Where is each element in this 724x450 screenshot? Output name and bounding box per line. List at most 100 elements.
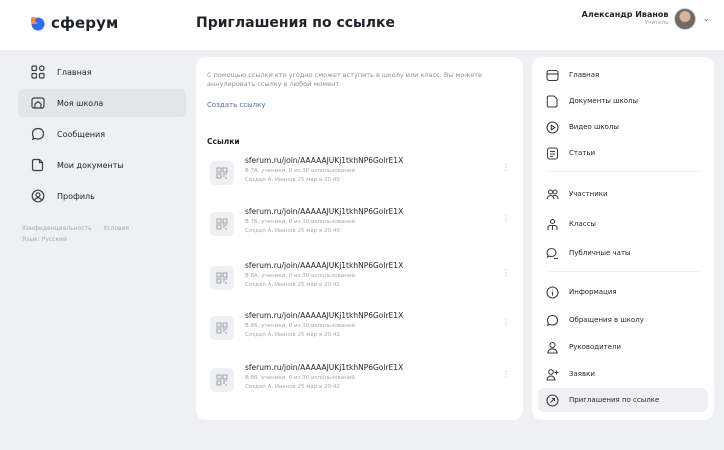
- sidebar-item-profile[interactable]: Профиль: [18, 182, 186, 210]
- list-item[interactable]: sferum.ru/join/AAAAAJUKj1tkhNP6GolrE1X В…: [210, 156, 510, 200]
- link-url[interactable]: sferum.ru/join/AAAAAJUKj1tkhNP6GolrE1X: [245, 261, 403, 270]
- leader-icon: [546, 341, 559, 354]
- school-menu-item-classes[interactable]: Классы: [538, 212, 708, 236]
- play-icon: [546, 120, 559, 134]
- menu-item-label: Документы школы: [569, 97, 639, 105]
- create-link-button[interactable]: Создать ссылку: [207, 101, 266, 109]
- sidebar-item-label: Профиль: [57, 191, 95, 201]
- school-menu-item-members[interactable]: Участники: [538, 182, 708, 206]
- qr-code-icon: [210, 266, 234, 290]
- sidebar-item-my-school[interactable]: Моя школа: [18, 89, 186, 117]
- school-menu-panel: Главная Документы школы Видео школы Стат…: [532, 57, 714, 420]
- school-menu-item-requests[interactable]: Заявки: [538, 362, 708, 386]
- home-icon: [546, 69, 559, 82]
- menu-item-label: Информация: [569, 288, 617, 296]
- links-section-title: Ссылки: [207, 137, 240, 146]
- link-meta: В 7А, ученики, 0 из 30 использований: [245, 168, 355, 174]
- menu-item-label: Обращения в школу: [569, 316, 644, 324]
- school-menu-item-leaders[interactable]: Руководители: [538, 335, 708, 359]
- user-menu[interactable]: Александр Иванов Учитель ⌄: [582, 8, 710, 30]
- intro-text: С помощью ссылки кто угодно сможет вступ…: [207, 71, 482, 89]
- left-sidebar: Главная Моя школа Сообщения Мои документ…: [18, 58, 186, 245]
- more-options-icon[interactable]: ⋮: [502, 319, 510, 327]
- school-menu-item-home[interactable]: Главная: [538, 63, 708, 87]
- document-icon: [546, 94, 559, 108]
- more-options-icon[interactable]: ⋮: [502, 164, 510, 172]
- link-meta: В 8В, ученики, 0 из 30 использований: [245, 375, 355, 381]
- school-menu-item-public-chats[interactable]: Публичные чаты: [538, 241, 708, 265]
- appeal-icon: [546, 314, 559, 327]
- logo-text: сферум: [51, 14, 119, 32]
- classes-icon: [546, 218, 559, 231]
- school-menu-item-info[interactable]: Информация: [538, 280, 708, 304]
- sidebar-item-home[interactable]: Главная: [18, 58, 186, 86]
- users-icon: [546, 188, 559, 201]
- logo-icon: [29, 15, 45, 31]
- menu-item-label: Приглашения по ссылке: [569, 396, 660, 404]
- school-menu-item-videos[interactable]: Видео школы: [538, 115, 708, 139]
- sidebar-item-my-documents[interactable]: Мои документы: [18, 151, 186, 179]
- menu-divider: [546, 171, 702, 172]
- qr-code-icon: [210, 212, 234, 236]
- link-invite-icon: [546, 393, 559, 407]
- chat-icon: [30, 127, 45, 142]
- footer-links: Конфиденциальность Условия Язык: Русский: [18, 224, 186, 245]
- school-icon: [30, 96, 45, 111]
- link-meta: В 8А, ученики, 0 из 30 использований: [245, 273, 355, 279]
- qr-code-icon: [210, 368, 234, 392]
- school-menu-item-documents[interactable]: Документы школы: [538, 89, 708, 113]
- sidebar-item-label: Моя школа: [57, 98, 104, 108]
- list-item[interactable]: sferum.ru/join/AAAAAJUKj1tkhNP6GolrE1X В…: [210, 261, 510, 305]
- more-options-icon[interactable]: ⋮: [502, 269, 510, 277]
- language-selector[interactable]: Язык: Русский: [22, 235, 186, 246]
- menu-item-label: Видео школы: [569, 123, 619, 131]
- menu-item-label: Участники: [569, 190, 608, 198]
- avatar[interactable]: [674, 8, 697, 30]
- page-title: Приглашения по ссылке: [196, 15, 395, 31]
- list-item[interactable]: sferum.ru/join/AAAAAJUKj1tkhNP6GolrE1X В…: [210, 207, 510, 251]
- sidebar-item-messages[interactable]: Сообщения: [18, 120, 186, 148]
- grid-icon: [30, 65, 45, 80]
- chevron-down-icon[interactable]: ⌄: [702, 14, 710, 24]
- user-role: Учитель: [644, 20, 669, 27]
- privacy-link[interactable]: Конфиденциальность: [22, 225, 92, 232]
- user-name: Александр Иванов: [581, 10, 669, 20]
- menu-item-label: Главная: [569, 71, 600, 79]
- menu-item-label: Заявки: [569, 370, 595, 378]
- menu-item-label: Классы: [569, 220, 596, 228]
- add-user-icon: [546, 368, 559, 381]
- link-meta: В 7Б, ученики, 0 из 30 использований: [245, 219, 355, 225]
- menu-divider: [546, 271, 702, 272]
- qr-code-icon: [210, 161, 234, 185]
- more-options-icon[interactable]: ⋮: [502, 371, 510, 379]
- profile-icon: [30, 189, 45, 204]
- school-menu-item-articles[interactable]: Статьи: [538, 141, 708, 165]
- sidebar-item-label: Сообщения: [57, 129, 106, 139]
- menu-item-label: Статьи: [569, 149, 596, 157]
- article-icon: [546, 146, 559, 160]
- link-author: Создал А. Иванов 25 мар в 20:42: [245, 384, 340, 390]
- link-meta: В 8Б, ученики, 0 из 30 использований: [245, 323, 355, 329]
- link-url[interactable]: sferum.ru/join/AAAAAJUKj1tkhNP6GolrE1X: [245, 363, 403, 372]
- document-icon: [30, 158, 45, 173]
- qr-code-icon: [210, 316, 234, 340]
- link-author: Создал А. Иванов 25 мар в 20:41: [245, 282, 340, 288]
- info-icon: [546, 285, 559, 299]
- menu-item-label: Руководители: [569, 343, 622, 351]
- more-options-icon[interactable]: ⋮: [502, 215, 510, 223]
- list-item[interactable]: sferum.ru/join/AAAAAJUKj1tkhNP6GolrE1X В…: [210, 363, 510, 407]
- school-menu-item-link-invites[interactable]: Приглашения по ссылке: [538, 388, 708, 412]
- school-menu-item-appeals[interactable]: Обращения в школу: [538, 308, 708, 332]
- link-author: Создал А. Иванов 25 мар в 20:40: [245, 228, 340, 234]
- link-url[interactable]: sferum.ru/join/AAAAAJUKj1tkhNP6GolrE1X: [245, 311, 403, 320]
- link-author: Создал А. Иванов 25 мар в 20:40: [245, 177, 340, 183]
- terms-link[interactable]: Условия: [104, 225, 130, 232]
- list-item[interactable]: sferum.ru/join/AAAAAJUKj1tkhNP6GolrE1X В…: [210, 311, 510, 355]
- link-url[interactable]: sferum.ru/join/AAAAAJUKj1tkhNP6GolrE1X: [245, 156, 403, 165]
- sidebar-item-label: Главная: [57, 67, 92, 77]
- link-url[interactable]: sferum.ru/join/AAAAAJUKj1tkhNP6GolrE1X: [245, 207, 403, 216]
- top-bar: сферум Приглашения по ссылке Александр И…: [0, 0, 724, 50]
- invite-links-panel: С помощью ссылки кто угодно сможет вступ…: [196, 57, 523, 420]
- logo[interactable]: сферум: [29, 14, 118, 32]
- menu-item-label: Публичные чаты: [569, 249, 631, 257]
